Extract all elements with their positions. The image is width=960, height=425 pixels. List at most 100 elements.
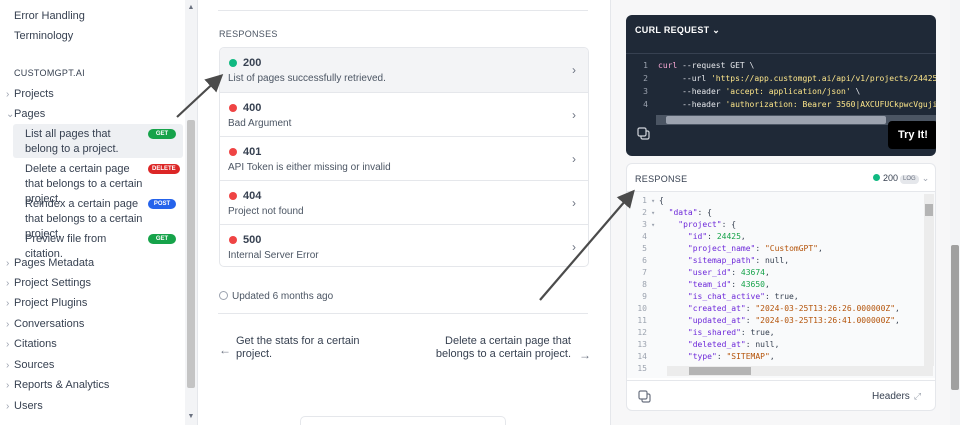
code-line: 2 --url 'https://app.customgpt.ai/api/v1… <box>626 74 936 86</box>
response-row-500[interactable]: 500 Internal Server Error › <box>220 224 588 266</box>
json-line: 11 "updated_at": "2024-03-25T13:26:41.00… <box>627 316 900 328</box>
line-number: 10 <box>637 304 647 313</box>
line-number: 12 <box>637 328 647 337</box>
json-string: "2024-03-25T13:26:26.000000Z" <box>755 304 896 313</box>
main-content: RESPONSES 200 List of pages successfully… <box>198 0 608 425</box>
sidebar-item-pages[interactable]: ⌄Pages <box>6 108 45 120</box>
response-description: API Token is either missing or invalid <box>228 162 391 173</box>
chevron-right-icon: › <box>6 258 10 269</box>
response-code: 500 <box>243 234 262 246</box>
scroll-up-arrow-icon[interactable]: ▲ <box>186 3 196 13</box>
line-number: 1 <box>643 61 648 70</box>
json-text: , <box>740 232 746 241</box>
fold-arrow-icon[interactable]: ▾ <box>651 209 659 217</box>
responses-list: 200 List of pages successfully retrieved… <box>219 47 589 267</box>
sidebar-item-label: Project Settings <box>14 277 92 289</box>
line-number: 4 <box>643 100 648 109</box>
chevron-right-icon: › <box>6 278 10 289</box>
response-description: Internal Server Error <box>228 250 319 261</box>
copy-icon[interactable] <box>637 127 650 140</box>
response-row-401[interactable]: 401 API Token is either missing or inval… <box>220 136 588 180</box>
page-scroll-thumb[interactable] <box>951 245 959 390</box>
sidebar-item-list-pages[interactable]: List all pages that belong to a project. <box>25 127 145 157</box>
sidebar-item-reports-analytics[interactable]: › Reports & Analytics <box>6 379 109 391</box>
chevron-right-icon: › <box>572 196 576 210</box>
sidebar-item-projects[interactable]: › Projects <box>6 88 54 100</box>
sidebar-item-label: Sources <box>14 359 55 371</box>
json-key: "sitemap_path" <box>687 256 756 265</box>
sidebar-item-pages-metadata[interactable]: › Pages Metadata <box>6 257 94 269</box>
line-number: 4 <box>642 232 647 241</box>
response-row-404[interactable]: 404 Project not found › <box>220 180 588 224</box>
response-row-200[interactable]: 200 List of pages successfully retrieved… <box>220 48 588 92</box>
sidebar-scroll-thumb[interactable] <box>187 120 195 388</box>
sidebar: Error Handling Terminology CUSTOMGPT.AI … <box>0 0 198 425</box>
try-it-button[interactable]: Try It! <box>888 121 936 149</box>
json-text: : null, <box>745 340 780 349</box>
chevron-right-icon: › <box>6 360 10 371</box>
json-text: : <box>745 304 756 313</box>
json-line: 13 "deleted_at": null, <box>627 340 779 352</box>
json-text: : true, <box>764 292 799 301</box>
json-hscroll-thumb[interactable] <box>689 367 751 375</box>
line-number: 9 <box>642 292 647 301</box>
sidebar-item-project-settings[interactable]: › Project Settings <box>6 277 91 289</box>
sidebar-item-terminology[interactable]: Terminology <box>14 30 73 42</box>
prev-page-link[interactable]: Get the stats for a certain project. <box>236 335 386 361</box>
sidebar-item-label: Reports & Analytics <box>14 379 110 391</box>
fold-arrow-icon[interactable]: ▾ <box>651 221 659 229</box>
response-status-dropdown[interactable]: 200 LOG ⌄ <box>873 173 929 184</box>
json-number: 43674 <box>740 268 765 277</box>
sidebar-item-citations[interactable]: › Citations <box>6 338 57 350</box>
json-line: 3 ▾ "project": { <box>627 220 736 232</box>
sidebar-item-sources[interactable]: › Sources <box>6 359 54 371</box>
json-key: "team_id" <box>687 280 732 289</box>
sidebar-item-project-plugins[interactable]: › Project Plugins <box>6 297 87 309</box>
json-key: "data" <box>668 208 698 217</box>
json-text: : <box>731 268 741 277</box>
code-line: 3 --header 'accept: application/json' \ <box>626 87 860 99</box>
next-page-link[interactable]: Delete a certain page that belongs to a … <box>421 335 571 361</box>
chevron-right-icon: › <box>6 89 10 100</box>
copy-icon[interactable] <box>638 390 651 403</box>
json-vscrollbar[interactable] <box>924 194 934 366</box>
sidebar-item-users[interactable]: › Users <box>6 400 43 412</box>
updated-note: Updated 6 months ago <box>219 291 333 302</box>
sidebar-item-error-handling[interactable]: Error Handling <box>14 10 85 22</box>
scroll-down-arrow-icon[interactable]: ▼ <box>186 412 196 422</box>
headers-label: Headers <box>872 391 910 402</box>
fold-arrow-icon[interactable]: ▾ <box>651 197 659 205</box>
response-description: List of pages successfully retrieved. <box>228 73 386 84</box>
line-number: 5 <box>642 244 647 253</box>
code-text: --url <box>658 74 711 83</box>
line-number: 15 <box>637 364 647 373</box>
line-number: 3 <box>643 87 648 96</box>
json-line: 14 "type": "SITEMAP", <box>627 352 774 364</box>
json-text: , <box>765 268 770 277</box>
status-code: 200 <box>883 173 899 183</box>
get-method-badge: GET <box>148 234 176 244</box>
code-hscroll-thumb[interactable] <box>666 116 886 124</box>
response-row-400[interactable]: 400 Bad Argument › <box>220 92 588 136</box>
curl-request-dropdown[interactable]: CURL REQUEST ⌄ <box>635 25 720 36</box>
json-key: "is_chat_active" <box>687 292 765 301</box>
chevron-right-icon: › <box>572 63 576 77</box>
json-vscroll-thumb[interactable] <box>925 204 933 216</box>
sidebar-item-conversations[interactable]: › Conversations <box>6 318 84 330</box>
json-line: 6 "sitemap_path": null, <box>627 256 789 268</box>
json-key: "is_shared" <box>687 328 741 337</box>
sidebar-item-label: Pages <box>14 108 46 120</box>
sidebar-item-label: Users <box>14 400 43 412</box>
json-key: "deleted_at" <box>687 340 746 349</box>
chevron-right-icon: › <box>6 380 10 391</box>
json-text: : <box>716 352 727 361</box>
chevron-right-icon: › <box>6 339 10 350</box>
chevron-down-icon: ⌄ <box>921 173 930 183</box>
json-number: 43650 <box>740 280 765 289</box>
chevron-right-icon: › <box>6 298 10 309</box>
json-line: 9 "is_chat_active": true, <box>627 292 799 304</box>
headers-button[interactable]: Headers ⤢ <box>872 391 921 402</box>
json-text: : <box>707 232 717 241</box>
line-number: 14 <box>637 352 647 361</box>
sidebar-item-label: Project Plugins <box>14 297 88 309</box>
